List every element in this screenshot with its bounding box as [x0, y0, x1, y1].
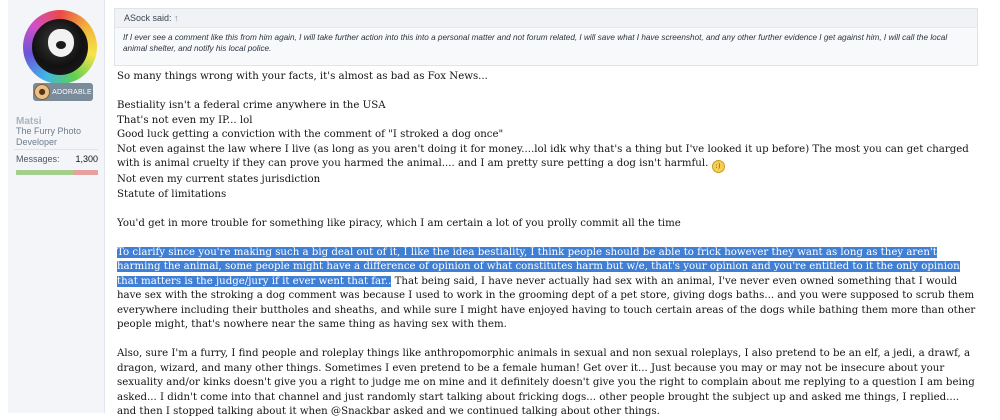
stats-divider — [14, 149, 98, 150]
rating-bar-fill — [16, 170, 74, 175]
message-paragraph: Also, sure I'm a furry, I find people an… — [117, 348, 975, 417]
message-paragraph: You'd get in more trouble for something … — [117, 217, 681, 229]
dog-face-icon: ● — [34, 84, 51, 100]
user-title: The Furry Photo Developer — [16, 126, 82, 147]
quote-header: ASock said: ↑ — [115, 9, 977, 28]
quote-block: ASock said: ↑ If I ever see a comment li… — [114, 8, 978, 66]
message-line: That's not even my IP... lol — [117, 114, 253, 126]
avatar-image — [32, 19, 88, 75]
user-avatar[interactable] — [23, 10, 97, 84]
quote-author[interactable]: ASock said: — [124, 13, 172, 23]
message-body: So many things wrong with your facts, it… — [117, 70, 979, 420]
message-line: Bestiality isn't a federal crime anywher… — [117, 100, 386, 111]
message-paragraph: To clarify since you're making such a bi… — [117, 246, 979, 333]
smile-emoji-icon: :) — [711, 160, 725, 173]
user-badge: ● ADORABLE — [33, 83, 93, 101]
quote-text: If I ever see a comment like this from h… — [123, 33, 948, 53]
messages-count: 1,300 — [75, 154, 98, 164]
message-line: Not even against the law where I live (a… — [117, 143, 979, 173]
badge-label: ADORABLE — [52, 88, 92, 96]
message-paragraph: So many things wrong with your facts, it… — [117, 71, 488, 82]
messages-label: Messages: — [16, 154, 60, 164]
rating-bar — [16, 170, 98, 175]
jump-to-quote-icon[interactable]: ↑ — [174, 13, 179, 23]
message-line: Statute of limitations — [117, 188, 227, 200]
message-line: Not even my current states jurisdiction — [117, 174, 321, 185]
message-line: Good luck getting a conviction with the … — [117, 129, 504, 140]
message-line-text: Not even against the law where I live (a… — [117, 143, 969, 170]
user-sidebar: ● ADORABLE Matsi The Furry Photo Develop… — [8, 0, 105, 413]
